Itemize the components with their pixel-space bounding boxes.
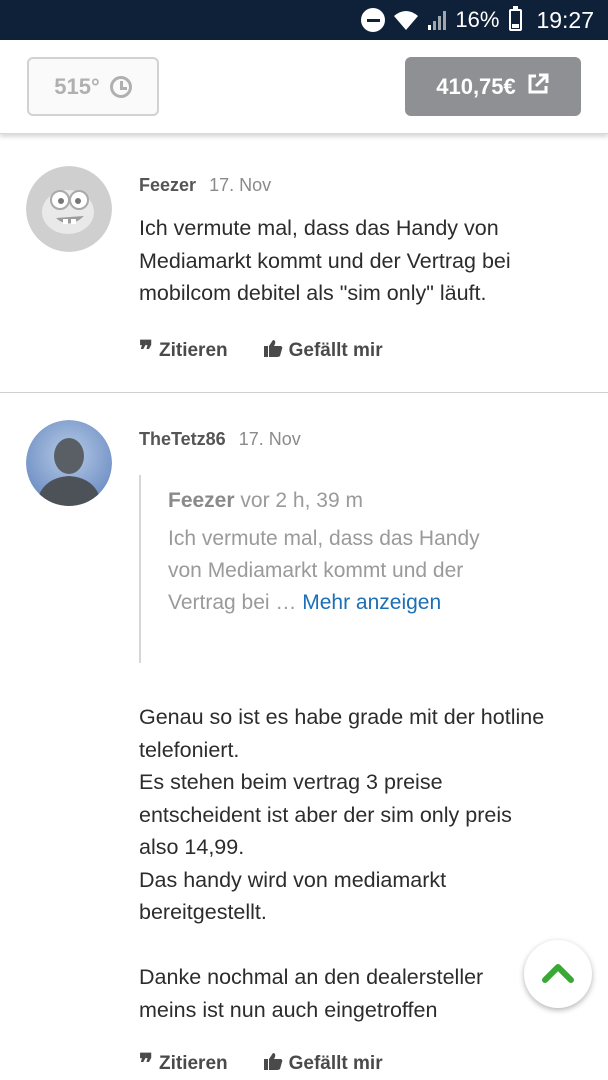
quote-icon: ❞	[139, 336, 153, 366]
text-line: Mediamarkt kommt und der Vertrag bei	[139, 248, 511, 273]
quote-time: vor 2 h, 39 m	[240, 489, 363, 512]
quote-icon: ❞	[139, 1049, 153, 1079]
text-line: also 14,99.	[139, 835, 245, 859]
thumbs-up-icon	[263, 1052, 283, 1076]
temperature-value: 515°	[54, 73, 100, 99]
text-line: Es stehen beim vertrag 3 preise	[139, 770, 443, 794]
like-label: Gefällt mir	[288, 1053, 383, 1074]
avatar[interactable]	[26, 166, 112, 252]
quote-button[interactable]: ❞ Zitieren	[139, 1051, 228, 1077]
like-label: Gefällt mir	[288, 340, 383, 361]
comment-actions: ❞ Zitieren Gefällt mir	[139, 338, 383, 364]
temperature-button[interactable]: 515°	[27, 57, 159, 116]
text-line: bereitgestellt.	[139, 900, 267, 924]
comment-actions: ❞ Zitieren Gefällt mir	[139, 1051, 383, 1077]
quote-button[interactable]: ❞ Zitieren	[139, 338, 228, 364]
avatar[interactable]	[26, 420, 112, 506]
status-bar: 16% 19:27	[0, 0, 608, 40]
text-line: mobilcom debitel als "sim only" läuft.	[139, 281, 487, 305]
thumbs-up-icon	[263, 339, 283, 363]
text-line: meins ist nun auch eingetroffen	[139, 997, 438, 1022]
price-value: 410,75€	[436, 73, 516, 99]
external-link-icon	[526, 72, 550, 102]
text-line	[139, 929, 589, 962]
signal-icon	[427, 9, 447, 31]
comment-text: Genau so ist es habe grade mit der hotli…	[139, 701, 589, 1026]
text-line: Das handy wird von mediamarkt	[139, 867, 447, 892]
like-button[interactable]: Gefällt mir	[263, 338, 383, 364]
comment-meta: Feezer 17. Nov	[139, 175, 271, 196]
text-line: Ich vermute mal, dass das Handy von	[139, 216, 499, 240]
quote-label: Zitieren	[159, 1053, 228, 1074]
quote-label: Zitieren	[159, 340, 228, 361]
price-link-button[interactable]: 410,75€	[405, 57, 581, 116]
quote-text: Ich vermute mal, dass das Handy von Medi…	[168, 523, 538, 619]
show-more-link[interactable]: Mehr anzeigen	[302, 591, 441, 614]
quote-meta: Feezer vor 2 h, 39 m	[168, 489, 539, 513]
quote-line-text: Vertrag bei …	[168, 591, 297, 614]
deal-header-bar: 515° 410,75€	[0, 40, 608, 134]
comment-meta: TheTetz86 17. Nov	[139, 429, 301, 450]
battery-icon	[509, 6, 523, 31]
quote-line: Vertrag bei … Mehr anzeigen	[168, 587, 538, 619]
comment-author[interactable]: Feezer	[139, 175, 196, 195]
text-line: telefoniert.	[139, 737, 240, 762]
text-line: entscheident ist aber der sim only preis	[139, 802, 512, 827]
text-line: Genau so ist es habe grade mit der hotli…	[139, 705, 545, 729]
quote-line: Ich vermute mal, dass das Handy	[168, 527, 480, 550]
comment-date: 17. Nov	[238, 429, 301, 449]
do-not-disturb-icon	[361, 8, 386, 32]
quote-line: von Mediamarkt kommt und der	[168, 559, 464, 582]
comment-date: 17. Nov	[209, 175, 272, 195]
chevron-up-icon	[542, 961, 574, 988]
clock-icon	[109, 75, 132, 98]
comment-author[interactable]: TheTetz86	[139, 429, 226, 449]
text-line: Danke nochmal an den dealersteller	[139, 965, 484, 989]
like-button[interactable]: Gefällt mir	[263, 1051, 383, 1077]
clock: 19:27	[536, 6, 594, 33]
battery-percent: 16%	[455, 7, 500, 32]
wifi-icon	[393, 9, 419, 31]
comment-text: Ich vermute mal, dass das Handy von Medi…	[139, 212, 589, 310]
comment-divider	[0, 392, 608, 393]
scroll-to-top-button[interactable]	[524, 940, 592, 1008]
quote-author[interactable]: Feezer	[168, 489, 235, 512]
quoted-comment: Feezer vor 2 h, 39 m Ich vermute mal, da…	[139, 475, 539, 663]
